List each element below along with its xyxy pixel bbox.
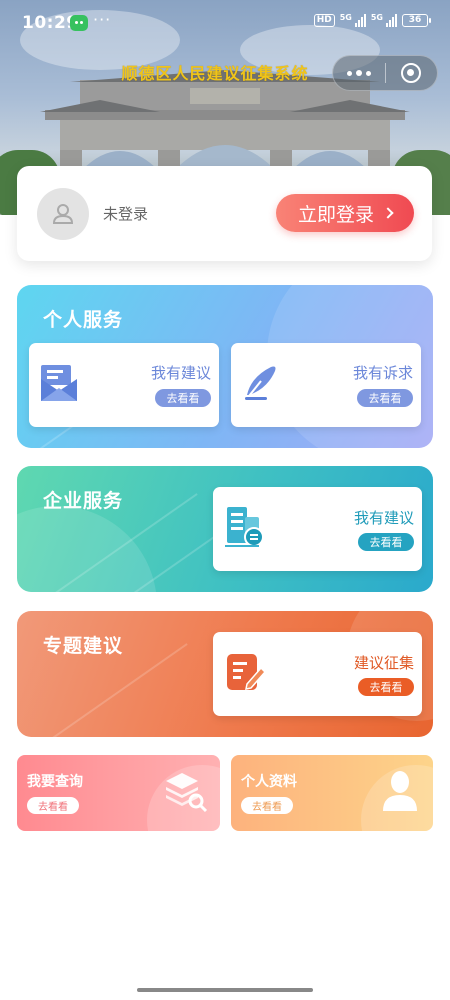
more-menu-button[interactable] bbox=[333, 70, 385, 76]
person-icon bbox=[383, 771, 417, 811]
network-label-2: 5G bbox=[370, 13, 383, 22]
wechat-notification-icon bbox=[70, 15, 88, 31]
signal-icon bbox=[386, 14, 397, 27]
personal-services-section: 个人服务 我有建议 去看看 我有诉求 去看看 bbox=[17, 285, 433, 448]
topic-suggestions-section: 专题建议 建议征集 去看看 bbox=[17, 611, 433, 737]
mail-icon bbox=[41, 365, 77, 401]
chevron-right-icon bbox=[382, 207, 394, 219]
personal-appeal-card[interactable]: 我有诉求 去看看 bbox=[231, 343, 421, 427]
enterprise-suggestion-card[interactable]: 我有建议 去看看 bbox=[213, 487, 422, 571]
building-icon bbox=[225, 507, 264, 547]
topic-suggestion-card[interactable]: 建议征集 去看看 bbox=[213, 632, 422, 716]
status-indicators: HD 5G 5G 36 bbox=[313, 13, 431, 27]
profile-tile[interactable]: 个人资料 去看看 bbox=[231, 755, 433, 831]
user-icon bbox=[52, 204, 74, 224]
close-circle-icon bbox=[401, 63, 422, 83]
signal-icon bbox=[354, 14, 366, 27]
quill-icon bbox=[245, 366, 276, 400]
go-see-button[interactable]: 去看看 bbox=[155, 389, 211, 407]
enterprise-services-section: 企业服务 我有建议 去看看 bbox=[17, 466, 433, 592]
status-more-icon: ··· bbox=[93, 10, 112, 29]
go-see-button[interactable]: 去看看 bbox=[357, 389, 413, 407]
card-label: 建议征集 bbox=[353, 654, 414, 672]
section-title: 个人服务 bbox=[43, 309, 124, 331]
card-label: 我有建议 bbox=[353, 509, 414, 527]
login-card: 未登录 立即登录 bbox=[17, 166, 432, 261]
miniprogram-capsule bbox=[332, 55, 438, 91]
home-indicator bbox=[137, 988, 313, 992]
avatar[interactable] bbox=[37, 188, 89, 240]
section-title: 企业服务 bbox=[43, 490, 124, 512]
card-label: 我有诉求 bbox=[352, 364, 413, 382]
card-label: 我有建议 bbox=[150, 364, 211, 382]
go-see-button[interactable]: 去看看 bbox=[358, 533, 414, 551]
battery-icon: 36 bbox=[402, 14, 431, 27]
hd-icon: HD bbox=[313, 14, 335, 27]
go-see-button[interactable]: 去看看 bbox=[358, 678, 414, 696]
query-tile[interactable]: 我要查询 去看看 bbox=[17, 755, 220, 831]
tile-title: 我要查询 bbox=[27, 774, 83, 790]
login-button[interactable]: 立即登录 bbox=[276, 194, 414, 232]
layers-search-icon bbox=[166, 773, 208, 813]
personal-suggestion-card[interactable]: 我有建议 去看看 bbox=[29, 343, 219, 427]
status-bar: 10:29 ··· HD 5G 5G 36 bbox=[0, 0, 450, 46]
close-miniprogram-button[interactable] bbox=[385, 63, 437, 83]
tile-title: 个人资料 bbox=[241, 774, 297, 790]
network-label-1: 5G bbox=[339, 13, 352, 22]
go-see-button[interactable]: 去看看 bbox=[241, 797, 293, 814]
login-button-label: 立即登录 bbox=[297, 203, 374, 226]
go-see-button[interactable]: 去看看 bbox=[27, 797, 79, 814]
login-status: 未登录 bbox=[103, 205, 149, 223]
edit-icon bbox=[227, 654, 267, 690]
section-title: 专题建议 bbox=[43, 635, 124, 657]
